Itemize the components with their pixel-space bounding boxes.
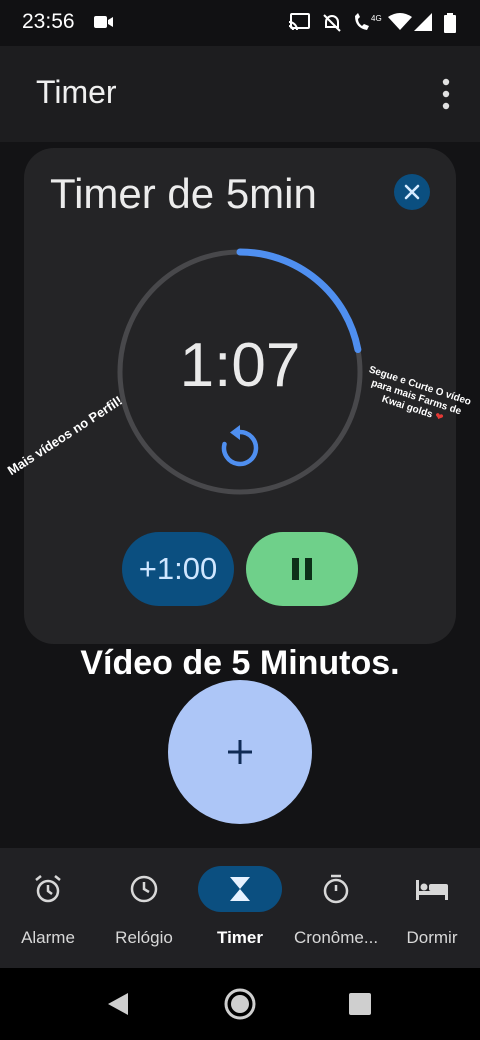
time-remaining: 1:07 [179, 331, 301, 400]
do-not-disturb-icon [323, 14, 341, 32]
pause-button[interactable] [246, 532, 358, 606]
nav-item-timer[interactable]: Timer [192, 848, 288, 968]
nav-label-alarm: Alarme [21, 928, 75, 947]
bed-icon [416, 880, 448, 900]
close-icon [404, 184, 420, 200]
app-bar: Timer [0, 46, 480, 142]
nav-item-stopwatch[interactable]: Cronôme... [288, 848, 384, 968]
delete-timer-button[interactable] [394, 174, 430, 210]
volte-call-icon: 4G [355, 13, 382, 30]
recents-icon[interactable] [349, 993, 371, 1015]
heart-icon: ❤ [433, 410, 445, 425]
add-icon [228, 740, 252, 764]
reset-icon [221, 425, 259, 467]
home-icon[interactable] [223, 987, 257, 1021]
more-options-button[interactable] [434, 78, 458, 110]
add-minute-button[interactable]: +1:00 [122, 532, 234, 606]
nav-item-clock[interactable]: Relógio [96, 848, 192, 968]
status-time: 23:56 [22, 10, 75, 33]
alarm-icon [35, 875, 61, 903]
video-caption: Vídeo de 5 Minutos. [80, 644, 400, 682]
hourglass-icon [230, 877, 250, 901]
signal-icon [414, 13, 432, 31]
nav-label-clock: Relógio [115, 928, 173, 947]
cast-icon [288, 13, 310, 31]
wifi-icon [388, 13, 412, 30]
nav-item-alarm[interactable]: Alarme [0, 848, 96, 968]
pause-icon [292, 558, 312, 580]
timer-list: Timer de 5min 1:07 +1:00 Mais vídeos no … [0, 142, 480, 848]
add-timer-button[interactable] [168, 680, 312, 824]
nav-label-bedtime: Dormir [406, 928, 458, 947]
nav-label-timer: Timer [217, 928, 263, 947]
svg-text:4G: 4G [371, 14, 382, 23]
nav-item-bedtime[interactable]: Dormir [384, 848, 480, 968]
status-bar: 23:56 4G [0, 0, 480, 46]
more-vert-icon [442, 78, 450, 110]
back-icon[interactable] [106, 992, 130, 1016]
reset-button[interactable] [216, 424, 264, 472]
video-record-icon [94, 16, 113, 28]
nav-label-stopwatch: Cronôme... [293, 928, 379, 947]
timer-label[interactable]: Timer de 5min [50, 170, 317, 218]
stopwatch-icon [323, 874, 349, 904]
battery-icon [444, 13, 456, 33]
page-title: Timer [36, 74, 117, 110]
system-navigation-bar [0, 968, 480, 1040]
clock-icon [130, 875, 158, 903]
bottom-navigation: Alarme Relógio Timer Cronôme... Dormir [0, 848, 480, 968]
